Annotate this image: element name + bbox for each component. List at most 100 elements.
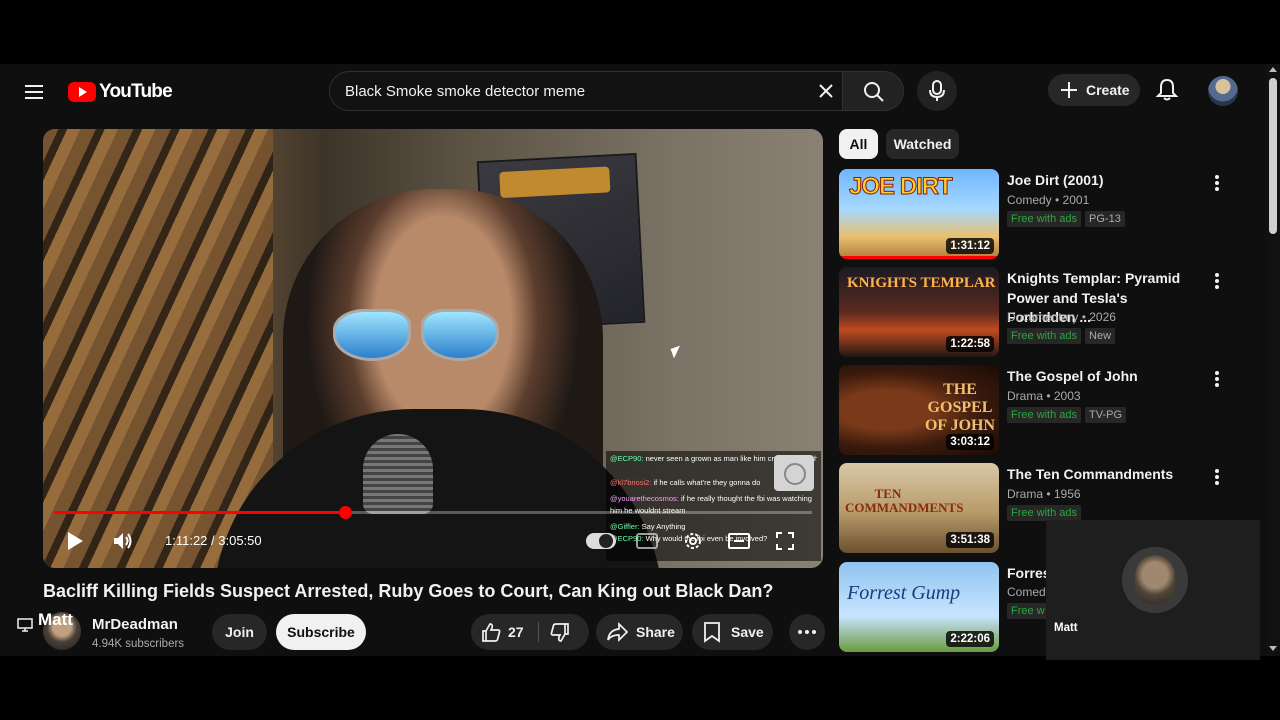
free-badge: Free with ads: [1007, 505, 1082, 521]
account-avatar[interactable]: [1208, 76, 1238, 106]
recommendation-meta: Drama • 1956: [1007, 487, 1081, 501]
more-icon: [798, 630, 816, 634]
participant-avatar[interactable]: [1122, 547, 1188, 613]
new-badge: New: [1085, 328, 1116, 344]
badges: Free with ads TV-PG: [1007, 407, 1127, 423]
join-button[interactable]: Join: [212, 614, 267, 650]
share-label: Share: [636, 624, 675, 640]
recommendation-title[interactable]: The Ten Commandments: [1007, 465, 1197, 485]
search-box: [329, 71, 843, 111]
like-icon: [482, 623, 501, 642]
bell-icon[interactable]: [1154, 77, 1180, 103]
subscribe-button[interactable]: Subscribe: [276, 614, 366, 650]
search-icon: [864, 82, 884, 102]
settings-icon[interactable]: [681, 529, 705, 553]
recommendation-title[interactable]: The Gospel of John: [1007, 367, 1197, 387]
play-icon[interactable]: [63, 529, 87, 553]
free-badge: Free w: [1007, 603, 1049, 619]
recommendation-item[interactable]: JOE DIRT 1:31:12 Joe Dirt (2001) Comedy …: [839, 169, 1239, 261]
badges: Free with ads: [1007, 505, 1082, 521]
save-icon: [704, 622, 720, 643]
voice-search-button[interactable]: [917, 71, 957, 111]
share-icon: [607, 622, 628, 642]
recommendation-meta: Documentary • 2026: [1007, 310, 1116, 324]
recommendation-meta: Comedy: [1007, 585, 1052, 599]
recommendation-meta: Drama • 2003: [1007, 389, 1081, 403]
duration-badge: 3:51:38: [946, 532, 994, 548]
video-thumbnail[interactable]: Forrest Gump 2:22:06: [839, 562, 999, 652]
badges: Free with ads PG-13: [1007, 211, 1125, 227]
search-button[interactable]: [842, 71, 904, 111]
like-dislike-group: 27: [471, 614, 589, 650]
kebab-icon[interactable]: [1207, 467, 1227, 487]
kebab-icon[interactable]: [1207, 173, 1227, 193]
plus-icon: [1061, 82, 1077, 98]
recommendation-meta: Comedy • 2001: [1007, 193, 1090, 207]
video-thumbnail[interactable]: THE GOSPEL OF JOHN 3:03:12: [839, 365, 999, 455]
duration-badge: 1:31:12: [946, 238, 994, 254]
kebab-icon[interactable]: [1207, 271, 1227, 291]
more-actions-button[interactable]: [789, 614, 825, 650]
scrubber-handle[interactable]: [339, 506, 353, 519]
rating-badge: TV-PG: [1085, 407, 1127, 423]
mic-icon: [929, 80, 945, 101]
like-count: 27: [508, 624, 524, 640]
volume-icon[interactable]: [111, 529, 135, 553]
recommendation-item[interactable]: KNIGHTS TEMPLAR 1:22:58 Knights Templar:…: [839, 267, 1239, 359]
dislike-button[interactable]: [539, 614, 589, 650]
video-player[interactable]: @ECP90: never seen a grown as man like h…: [43, 129, 823, 568]
close-icon[interactable]: [816, 81, 836, 101]
create-label: Create: [1086, 82, 1130, 98]
chip-watched[interactable]: Watched: [886, 129, 959, 159]
free-badge: Free with ads: [1007, 328, 1082, 344]
share-button[interactable]: Share: [596, 614, 683, 650]
overlay-name: Matt: [38, 610, 73, 629]
page-scrollbar[interactable]: [1266, 64, 1280, 656]
progress-bar[interactable]: [54, 506, 812, 519]
floating-participant-card: Matt: [1046, 520, 1260, 660]
scroll-down-icon[interactable]: [1269, 646, 1277, 651]
video-meta-row: Matt MrDeadman 4.94K subscribers Join Su…: [0, 610, 830, 656]
badges: Free with ads New: [1007, 328, 1116, 344]
channel-watermark[interactable]: [774, 455, 814, 491]
duration-badge: 1:22:58: [946, 336, 994, 352]
recommendation-title[interactable]: Joe Dirt (2001): [1007, 171, 1197, 191]
duration-badge: 3:03:12: [946, 434, 994, 450]
video-thumbnail[interactable]: JOE DIRT 1:31:12: [839, 169, 999, 259]
save-label: Save: [731, 624, 764, 640]
free-badge: Free with ads: [1007, 407, 1082, 423]
menu-icon[interactable]: [22, 80, 46, 104]
video-thumbnail[interactable]: TEN COMMANDMENTS 3:51:38: [839, 463, 999, 553]
save-button[interactable]: Save: [692, 614, 773, 650]
scroll-up-icon[interactable]: [1269, 67, 1277, 72]
youtube-logo-icon: [68, 82, 96, 102]
fullscreen-icon[interactable]: [773, 529, 797, 553]
subscriber-count: 4.94K subscribers: [92, 638, 185, 650]
rating-badge: PG-13: [1085, 211, 1125, 227]
video-thumbnail[interactable]: KNIGHTS TEMPLAR 1:22:58: [839, 267, 999, 357]
badges: Free w: [1007, 603, 1049, 619]
search-input[interactable]: [345, 72, 795, 110]
tv-icon[interactable]: [17, 617, 33, 633]
free-badge: Free with ads: [1007, 211, 1082, 227]
dislike-icon: [550, 623, 569, 642]
chip-all[interactable]: All: [839, 129, 878, 159]
youtube-logo[interactable]: YouTube: [68, 80, 173, 104]
masthead: YouTube Create: [0, 64, 1264, 120]
watched-progress: [839, 256, 999, 259]
time-display: 1:11:22 / 3:05:50: [165, 533, 262, 548]
duration-badge: 2:22:06: [946, 631, 994, 647]
kebab-icon[interactable]: [1207, 369, 1227, 389]
autoplay-toggle[interactable]: [586, 533, 616, 549]
scrollbar-thumb[interactable]: [1269, 78, 1277, 234]
progress-played: [54, 511, 346, 514]
like-button[interactable]: 27: [471, 614, 538, 650]
captions-icon[interactable]: [635, 529, 659, 553]
channel-name[interactable]: MrDeadman: [92, 616, 178, 633]
recommendation-item[interactable]: THE GOSPEL OF JOHN 3:03:12 The Gospel of…: [839, 365, 1239, 457]
player-controls: 1:11:22 / 3:05:50: [43, 521, 823, 561]
participant-name: Matt: [1054, 622, 1078, 634]
video-title: Bacliff Killing Fields Suspect Arrested,…: [43, 581, 774, 601]
create-button[interactable]: Create: [1048, 74, 1140, 106]
theater-icon[interactable]: [727, 529, 751, 553]
